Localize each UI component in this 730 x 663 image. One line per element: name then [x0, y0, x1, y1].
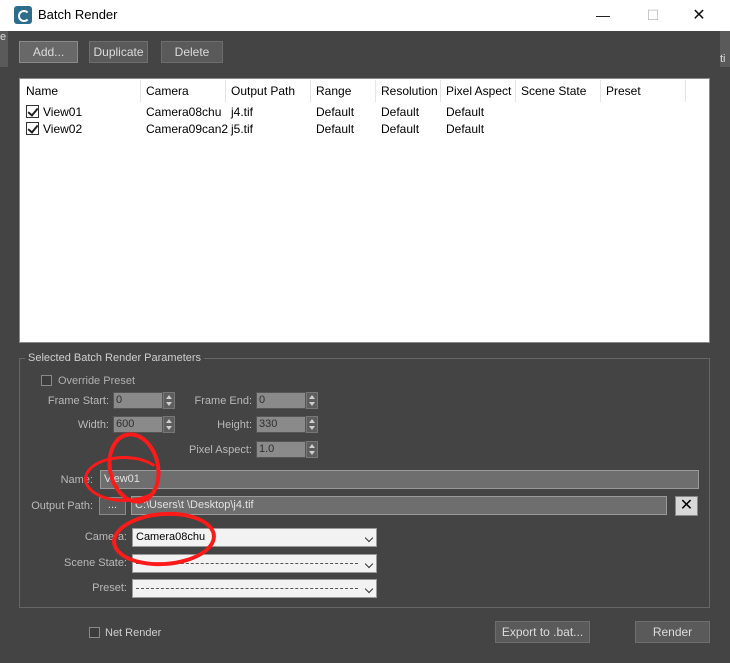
close-button[interactable]: ✕ — [676, 0, 722, 31]
net-render-label: Net Render — [105, 627, 162, 639]
empty-selection-dashes — [136, 588, 358, 589]
net-render-checkbox[interactable] — [89, 627, 100, 638]
background-app-strip-right: ti — [720, 31, 730, 67]
delete-button[interactable]: Delete — [161, 41, 223, 63]
frame-end-spinner[interactable]: 0 — [256, 392, 306, 409]
minimize-button[interactable]: — — [580, 0, 626, 31]
render-button[interactable]: Render — [635, 621, 710, 643]
frame-end-label: Frame End: — [194, 395, 252, 407]
column-header-preset[interactable]: Preset — [601, 80, 686, 102]
add-button[interactable]: Add... — [19, 41, 78, 63]
frame-start-spinner[interactable]: 0 — [113, 392, 163, 409]
frame-start-label: Frame Start: — [47, 395, 109, 407]
override-preset-checkbox[interactable] — [41, 375, 52, 386]
duplicate-button[interactable]: Duplicate — [89, 41, 148, 63]
app-icon — [14, 6, 32, 24]
background-app-strip-left: e — [0, 31, 8, 67]
chevron-down-icon — [364, 559, 374, 569]
frame-start-spinner-arrows[interactable] — [163, 392, 175, 409]
clear-path-icon[interactable]: ✕ — [675, 496, 698, 516]
batch-render-list[interactable]: Name Camera Output Path Range Resolution… — [19, 78, 710, 343]
window-title: Batch Render — [38, 7, 118, 22]
output-path-input[interactable]: C:\Users\t \Desktop\j4.tif — [131, 496, 667, 515]
parameters-group-title: Selected Batch Render Parameters — [25, 352, 205, 364]
column-header-name[interactable]: Name — [21, 80, 141, 102]
chevron-down-icon — [364, 584, 374, 594]
height-label: Height: — [217, 419, 252, 431]
column-header-camera[interactable]: Camera — [141, 80, 226, 102]
height-spinner[interactable]: 330 — [256, 416, 306, 433]
output-path-label: Output Path: — [31, 500, 93, 512]
row-range: Default — [316, 105, 355, 119]
row-name: View01 — [43, 105, 83, 119]
row-pixel-aspect: Default — [446, 105, 485, 119]
column-header-range[interactable]: Range — [311, 80, 376, 102]
row-range: Default — [316, 122, 355, 136]
pixel-aspect-spinner[interactable]: 1.0 — [256, 441, 306, 458]
export-to-bat-button[interactable]: Export to .bat... — [495, 621, 590, 643]
column-header-scene-state[interactable]: Scene State — [516, 80, 601, 102]
row-camera: Camera08chu — [146, 105, 222, 119]
name-input[interactable]: View01 — [100, 470, 699, 489]
height-spinner-arrows[interactable] — [306, 416, 318, 433]
row-name: View02 — [43, 122, 83, 136]
width-label: Width: — [77, 419, 109, 431]
column-header-pixel-aspect[interactable]: Pixel Aspect — [441, 80, 516, 102]
column-header-resolution[interactable]: Resolution — [376, 80, 441, 102]
title-bar: Batch Render — ☐ ✕ — [0, 0, 730, 31]
width-spinner-arrows[interactable] — [163, 416, 175, 433]
row-pixel-aspect: Default — [446, 122, 485, 136]
pixel-aspect-label: Pixel Aspect: — [189, 444, 252, 456]
override-preset-label: Override Preset — [58, 375, 136, 387]
annotation-circle-name — [84, 456, 164, 502]
batch-render-window: Batch Render — ☐ ✕ e ti Add... Duplicate… — [0, 0, 730, 663]
row-output-path: j5.tif — [231, 122, 254, 136]
preset-dropdown[interactable] — [132, 579, 377, 598]
frame-end-spinner-arrows[interactable] — [306, 392, 318, 409]
row-resolution: Default — [381, 122, 420, 136]
chevron-down-icon — [364, 533, 374, 543]
preset-label: Preset: — [92, 582, 127, 594]
pixel-aspect-spinner-arrows[interactable] — [306, 441, 318, 458]
scene-state-label: Scene State: — [64, 557, 127, 569]
row-output-path: j4.tif — [231, 105, 254, 119]
column-header-output-path[interactable]: Output Path — [226, 80, 311, 102]
list-row-view02[interactable]: View02 Camera09can2 j5.tif Default Defau… — [20, 121, 709, 137]
row-resolution: Default — [381, 105, 420, 119]
width-spinner[interactable]: 600 — [113, 416, 163, 433]
list-row-view01[interactable]: View01 Camera08chu j4.tif Default Defaul… — [20, 104, 709, 120]
row-camera: Camera09can2 — [146, 122, 229, 136]
maximize-button[interactable]: ☐ — [630, 0, 676, 31]
